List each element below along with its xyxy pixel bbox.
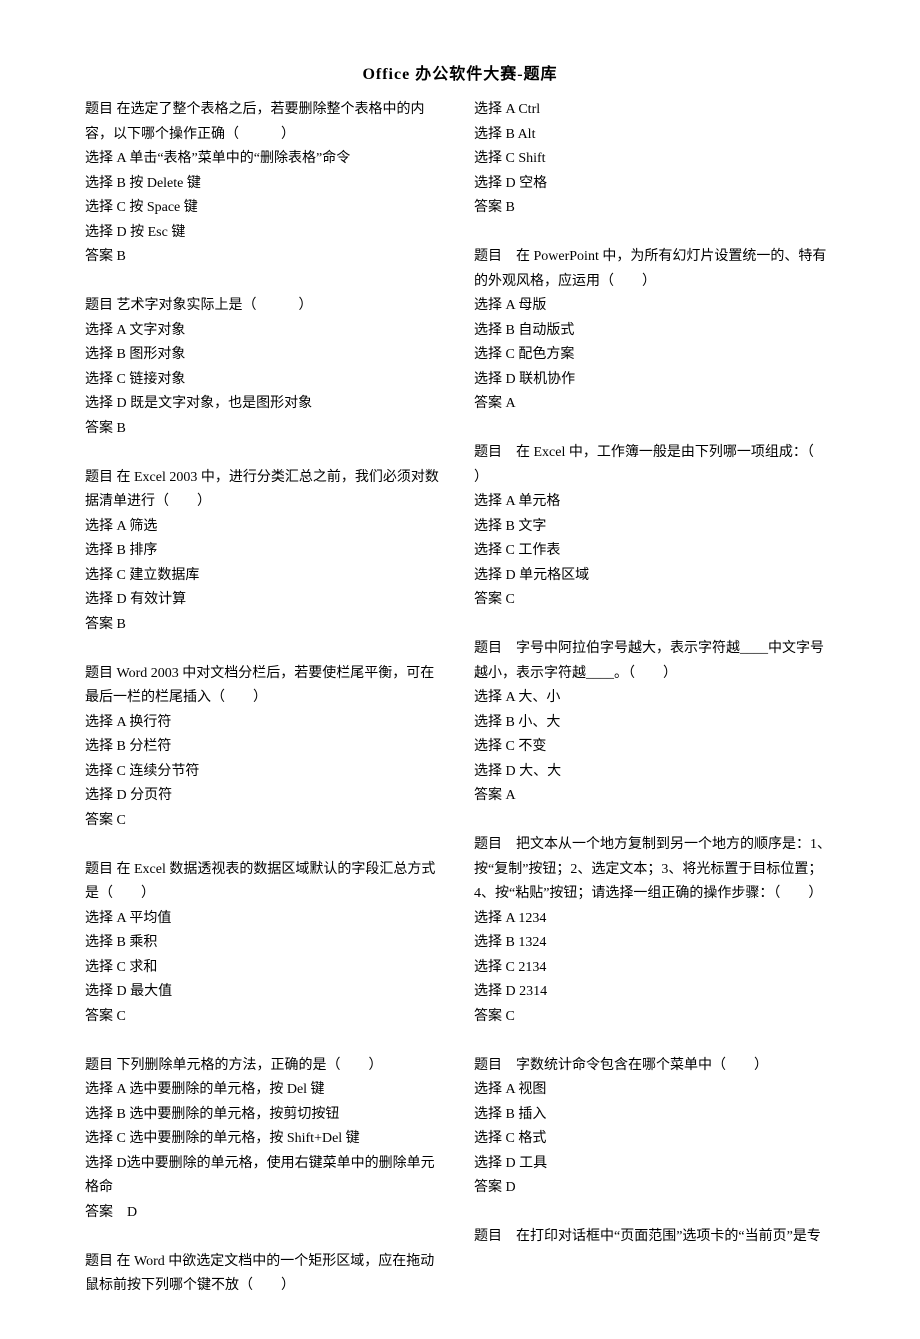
text-line: 选择 A Ctrl (474, 98, 835, 123)
text-line: 选择 C 2134 (474, 956, 835, 981)
text-line: 选择 C 建立数据库 (85, 564, 446, 589)
text-line: 选择 D 分页符 (85, 784, 446, 809)
text-line: 选择 D 有效计算 (85, 588, 446, 613)
text-line: 选择 A 筛选 (85, 515, 446, 540)
text-line: 选择 C 格式 (474, 1127, 835, 1152)
text-line: 选择 A 1234 (474, 907, 835, 932)
text-line: 选择 B 选中要删除的单元格，按剪切按钮 (85, 1103, 446, 1128)
text-line: 题目 在 PowerPoint 中，为所有幻灯片设置统一的、特有的外观风格，应运… (474, 245, 835, 294)
text-line: 选择 A 换行符 (85, 711, 446, 736)
text-line: 答案 C (474, 1005, 835, 1030)
text-line: 选择 D 2314 (474, 980, 835, 1005)
text-line: 答案 A (474, 784, 835, 809)
text-line: 选择 D 大、大 (474, 760, 835, 785)
text-line: 答案 B (474, 196, 835, 221)
text-line: 答案 B (85, 613, 446, 638)
text-line: 答案 C (85, 1005, 446, 1030)
text-line: 题目 下列删除单元格的方法，正确的是（ ） (85, 1054, 446, 1079)
text-line: 选择 A 大、小 (474, 686, 835, 711)
text-line: 答案 B (85, 245, 446, 270)
text-line: 题目 字数统计命令包含在哪个菜单中（ ） (474, 1054, 835, 1079)
text-line: 选择 D 既是文字对象，也是图形对象 (85, 392, 446, 417)
text-line: 选择 B 图形对象 (85, 343, 446, 368)
document-title: Office 办公软件大赛-题库 (85, 60, 835, 84)
document-page: Office 办公软件大赛-题库 题目 在选定了整个表格之后，若要删除整个表格中… (0, 0, 920, 1339)
text-line: 选择 A 视图 (474, 1078, 835, 1103)
document-body: 题目 在选定了整个表格之后，若要删除整个表格中的内容，以下哪个操作正确（ ）选择… (85, 98, 835, 1299)
text-line: 选择 C 链接对象 (85, 368, 446, 393)
text-line: 答案 D (474, 1176, 835, 1201)
text-line: 题目 在 Excel 数据透视表的数据区域默认的字段汇总方式是（ ） (85, 858, 446, 907)
text-line: 选择 B 乘积 (85, 931, 446, 956)
text-line: 选择 B 排序 (85, 539, 446, 564)
text-line: 题目 在 Word 中欲选定文档中的一个矩形区域，应在拖动鼠标前按下列哪个键不放… (85, 1250, 446, 1299)
text-line: 题目 艺术字对象实际上是（ ） (85, 294, 446, 319)
text-line: 答案 D (85, 1201, 446, 1226)
text-line: 选择 C 连续分节符 (85, 760, 446, 785)
text-line: 选择 D 空格 (474, 172, 835, 197)
text-line: 选择 A 单击“表格”菜单中的“删除表格”命令 (85, 147, 446, 172)
text-line: 选择 C 选中要删除的单元格，按 Shift+Del 键 (85, 1127, 446, 1152)
text-line: 答案 C (474, 588, 835, 613)
text-line: 答案 A (474, 392, 835, 417)
text-line: 题目 在选定了整个表格之后，若要删除整个表格中的内容，以下哪个操作正确（ ） (85, 98, 446, 147)
text-line: 选择 B 按 Delete 键 (85, 172, 446, 197)
text-line: 选择 C 不变 (474, 735, 835, 760)
text-line: 答案 C (85, 809, 446, 834)
text-line: 选择 A 选中要删除的单元格，按 Del 键 (85, 1078, 446, 1103)
text-line: 题目 字号中阿拉伯字号越大，表示字符越____中文字号越小，表示字符越____。… (474, 637, 835, 686)
text-line: 选择 B Alt (474, 123, 835, 148)
text-line: 选择 C 求和 (85, 956, 446, 981)
text-line: 答案 B (85, 417, 446, 442)
text-line: 选择 D选中要删除的单元格，使用右键菜单中的删除单元格命 (85, 1152, 446, 1201)
text-line: 选择 A 文字对象 (85, 319, 446, 344)
text-line: 选择 B 1324 (474, 931, 835, 956)
text-line: 题目 在打印对话框中“页面范围”选项卡的“当前页”是专 (474, 1225, 835, 1250)
text-line: 选择 C 工作表 (474, 539, 835, 564)
text-line: 选择 B 自动版式 (474, 319, 835, 344)
text-line: 选择 D 单元格区域 (474, 564, 835, 589)
text-line: 题目 在 Excel 2003 中，进行分类汇总之前，我们必须对数据清单进行（ … (85, 466, 446, 515)
text-line: 选择 D 最大值 (85, 980, 446, 1005)
text-line: 选择 D 联机协作 (474, 368, 835, 393)
text-line: 选择 A 平均值 (85, 907, 446, 932)
text-line: 选择 C 配色方案 (474, 343, 835, 368)
text-line: 选择 D 工具 (474, 1152, 835, 1177)
text-line: 选择 B 小、大 (474, 711, 835, 736)
text-line: 选择 C 按 Space 键 (85, 196, 446, 221)
text-line: 题目 Word 2003 中对文档分栏后，若要使栏尾平衡，可在最后一栏的栏尾插入… (85, 662, 446, 711)
text-line: 题目 把文本从一个地方复制到另一个地方的顺序是：1、按“复制”按钮；2、选定文本… (474, 833, 835, 907)
text-line: 选择 D 按 Esc 键 (85, 221, 446, 246)
text-line: 选择 C Shift (474, 147, 835, 172)
text-line: 选择 A 母版 (474, 294, 835, 319)
text-line: 选择 B 文字 (474, 515, 835, 540)
text-line: 题目 在 Excel 中，工作簿一般是由下列哪一项组成：（ ） (474, 441, 835, 490)
text-line: 选择 B 分栏符 (85, 735, 446, 760)
text-line: 选择 A 单元格 (474, 490, 835, 515)
text-line: 选择 B 插入 (474, 1103, 835, 1128)
